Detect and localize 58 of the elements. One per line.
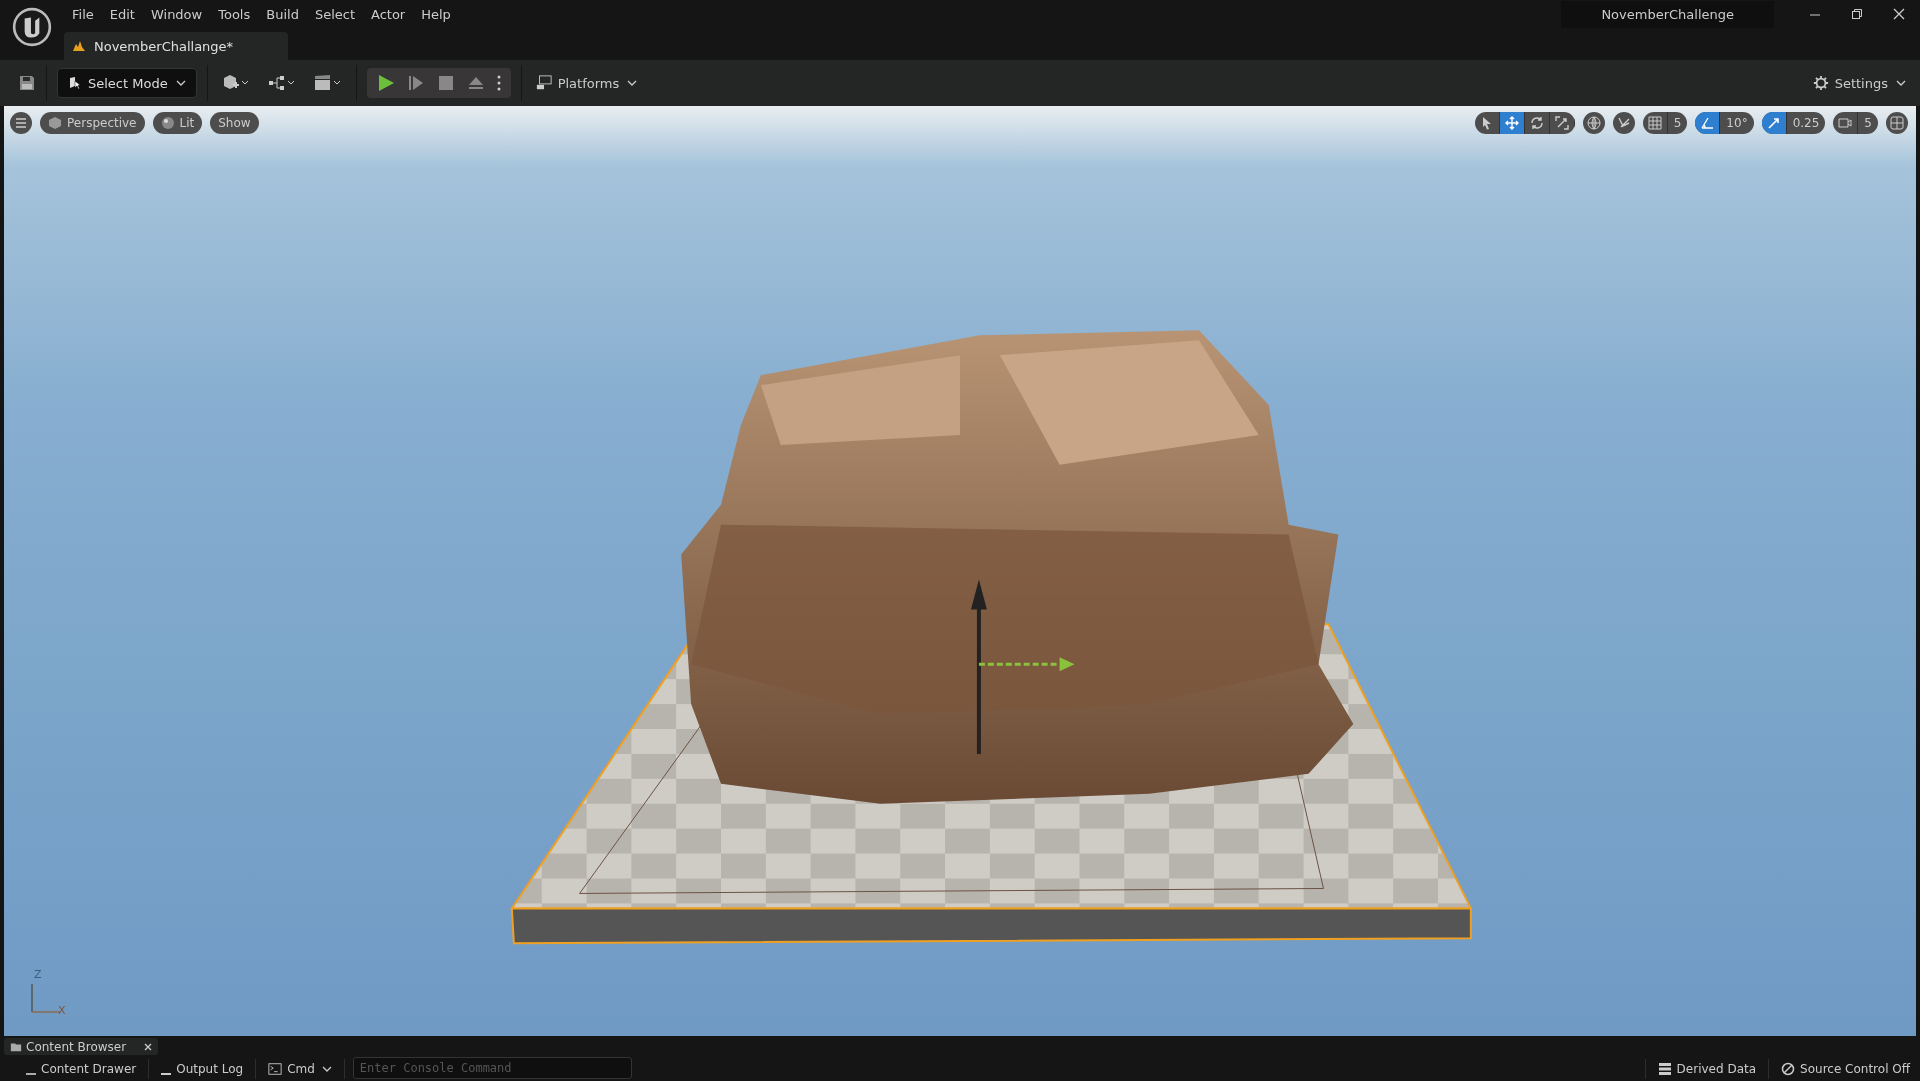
menu-item[interactable]: Help bbox=[421, 6, 451, 22]
drawer-button[interactable]: Content Drawer bbox=[6, 1059, 141, 1079]
console-command-field[interactable]: Enter Console Command bbox=[352, 1057, 632, 1079]
derived-data-button[interactable]: Derived Data bbox=[1653, 1059, 1761, 1079]
restore-icon[interactable] bbox=[1851, 8, 1863, 20]
menu-item[interactable]: Window bbox=[150, 6, 203, 22]
close-icon[interactable] bbox=[1893, 8, 1905, 20]
cube-icon bbox=[48, 116, 62, 130]
chevron-down-icon bbox=[1896, 80, 1906, 86]
move-tool-icon[interactable] bbox=[1499, 112, 1525, 134]
layout-icon[interactable] bbox=[1886, 112, 1908, 134]
globe-icon[interactable] bbox=[1582, 112, 1605, 134]
transform-gizmo-icon bbox=[970, 579, 1075, 754]
scale-snap-icon[interactable] bbox=[1761, 112, 1787, 134]
chevron-down-icon bbox=[627, 80, 638, 86]
menu-item[interactable]: File bbox=[72, 6, 94, 22]
show-button[interactable]: Show bbox=[210, 112, 259, 134]
save-icon[interactable] bbox=[18, 74, 36, 92]
lit-button[interactable]: Lit bbox=[152, 112, 203, 134]
server-icon bbox=[1657, 1062, 1672, 1076]
menu-icon[interactable] bbox=[10, 112, 32, 134]
engine-logo-icon[interactable] bbox=[11, 6, 53, 48]
step-icon[interactable] bbox=[406, 74, 425, 92]
cursor-icon bbox=[68, 76, 82, 90]
platforms-dropdown[interactable]: Platforms bbox=[531, 71, 642, 95]
close-icon[interactable] bbox=[144, 1042, 153, 1051]
select-mode-dropdown[interactable]: Select Mode bbox=[57, 68, 197, 98]
chevron-down-icon bbox=[321, 1066, 332, 1072]
settings-dropdown[interactable]: Settings bbox=[1808, 71, 1910, 95]
perspective-button[interactable]: Perspective bbox=[40, 112, 145, 134]
content-browser-tab[interactable]: Content Browser bbox=[4, 1038, 159, 1055]
chevron-down-icon bbox=[175, 80, 186, 86]
log-button[interactable]: Output Log bbox=[157, 1059, 248, 1079]
settings-icon bbox=[1812, 75, 1829, 91]
underscore-icon bbox=[161, 1073, 172, 1075]
add-actor-icon[interactable] bbox=[221, 74, 250, 92]
menu-item[interactable]: Select bbox=[314, 6, 355, 22]
terminal-icon bbox=[268, 1062, 283, 1076]
menu-item[interactable]: Tools bbox=[218, 6, 251, 22]
angle-snap-icon[interactable] bbox=[1695, 112, 1721, 134]
axis-lines-icon bbox=[30, 984, 60, 1014]
axis-label: X bbox=[58, 1004, 66, 1017]
menu-item[interactable]: Build bbox=[266, 6, 299, 22]
sphere-icon bbox=[160, 116, 175, 130]
stop-icon[interactable] bbox=[436, 74, 455, 92]
surface-snap-icon[interactable] bbox=[1612, 112, 1635, 134]
cmd-button[interactable]: Cmd bbox=[264, 1059, 336, 1079]
level-tab[interactable]: NovemberChallange* bbox=[64, 32, 289, 60]
menu-item[interactable]: Edit bbox=[109, 6, 135, 22]
clapperboard-icon[interactable] bbox=[313, 74, 342, 92]
level-icon bbox=[72, 39, 86, 53]
play-icon[interactable] bbox=[376, 74, 395, 92]
more-options-icon[interactable] bbox=[496, 74, 501, 92]
project-name: NovemberChallenge bbox=[1561, 0, 1774, 28]
axis-label: Z bbox=[34, 968, 42, 981]
prohibited-icon bbox=[1781, 1062, 1796, 1076]
menu-item[interactable]: Actor bbox=[371, 6, 406, 22]
source-control-button[interactable]: Source Control Off bbox=[1777, 1059, 1914, 1079]
